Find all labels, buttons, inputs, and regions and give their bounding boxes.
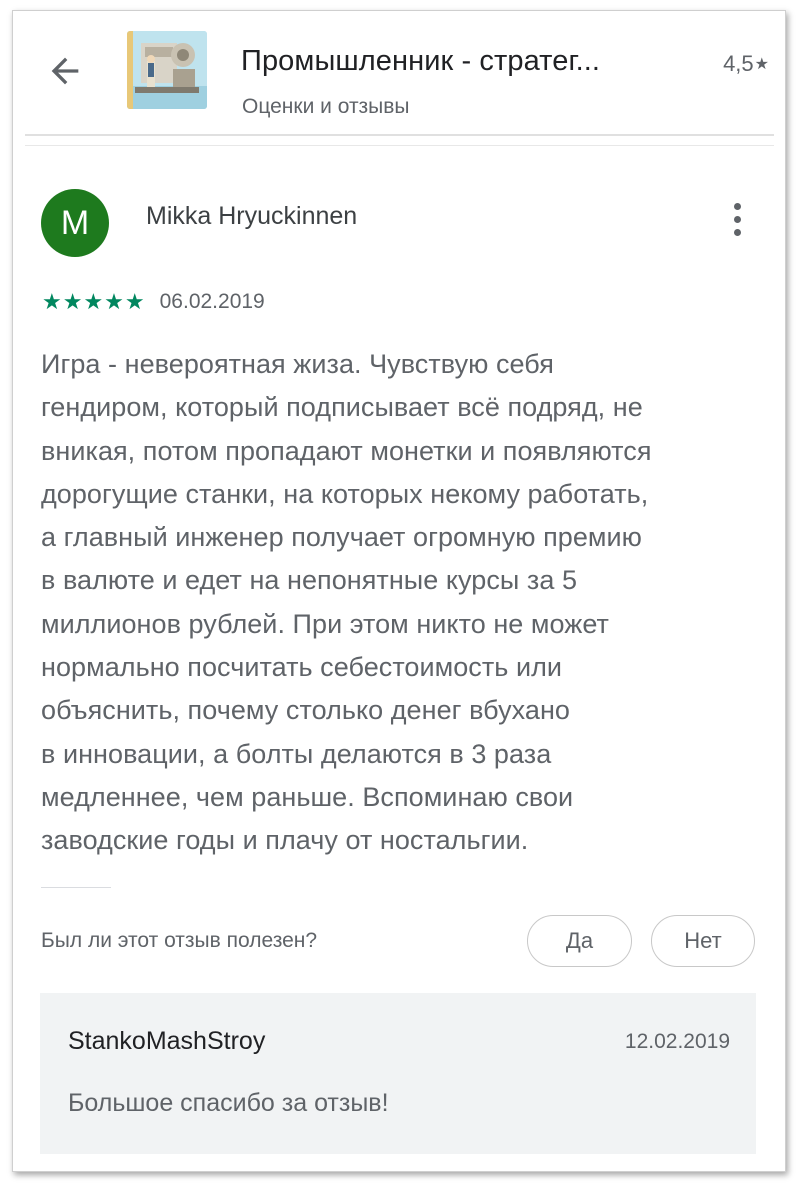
review-line: гендиром, который подписывает всё подряд…	[41, 392, 643, 423]
more-vert-icon	[733, 202, 741, 210]
review-line: заводские годы и плачу от ностальгии.	[41, 825, 529, 856]
star-rating: ★★★★★	[42, 289, 146, 314]
app-rating-value: 4,5	[723, 51, 754, 76]
reply-date: 12.02.2019	[624, 1030, 730, 1053]
review-text: Игра - невероятная жиза. Чувствую себя г…	[41, 343, 761, 863]
review-line: в валюте и едет на непонятные курсы за 5	[41, 565, 578, 596]
app-rating: 4,5 ★	[723, 51, 769, 77]
review-line: объяснить, почему столько денег вбухано	[41, 695, 570, 726]
more-vert-icon-dot	[733, 215, 741, 223]
star-icon: ★	[754, 56, 769, 73]
review-meta: ★★★★★ 06.02.2019	[42, 289, 265, 315]
page-subtitle: Оценки и отзывы	[242, 95, 410, 118]
review-line: Игра - невероятная жиза. Чувствую себя	[41, 349, 554, 379]
reviewer-name: Mikka Hryuckinnen	[146, 202, 358, 230]
review-line: вникая, потом пропадают монетки и появля…	[41, 435, 652, 466]
review-date: 06.02.2019	[159, 290, 265, 313]
developer-name: StankoMashStroy	[68, 1027, 266, 1055]
section-divider	[41, 887, 111, 888]
review-line: медленнее, чем раньше. Вспоминаю свои	[41, 781, 574, 812]
review-line: нормально посчитать себестоимость или	[41, 652, 563, 683]
header-divider-secondary	[25, 145, 774, 146]
arrow-back-icon	[51, 57, 79, 85]
more-options-button[interactable]	[722, 197, 752, 241]
review-line: дорогущие станки, на которых некому рабо…	[41, 478, 649, 509]
review-line: миллионов рублей. При этом никто не може…	[41, 608, 609, 639]
helpful-question: Был ли этот отзыв полезен?	[41, 929, 318, 952]
back-button[interactable]	[41, 47, 89, 95]
app-title: Промышленник - стратег...	[241, 45, 601, 77]
more-vert-icon-dot	[733, 228, 741, 236]
review-line: в инновации, а болты делаются в 3 раза	[41, 738, 552, 769]
helpful-no-button[interactable]: Нет	[651, 915, 755, 967]
app-header: Промышленник - стратег... Оценки и отзыв…	[13, 11, 785, 129]
helpful-yes-button[interactable]: Да	[527, 915, 632, 967]
header-divider	[25, 134, 774, 136]
reply-text: Большое спасибо за отзыв!	[68, 1089, 389, 1117]
app-icon[interactable]	[127, 31, 207, 109]
review-screen: Промышленник - стратег... Оценки и отзыв…	[12, 10, 786, 1172]
avatar: M	[41, 189, 109, 257]
factory-machine-icon	[127, 31, 207, 109]
developer-reply: StankoMashStroy 12.02.2019 Большое спаси…	[40, 993, 756, 1154]
review-line: а главный инженер получает огромную прем…	[41, 522, 642, 553]
